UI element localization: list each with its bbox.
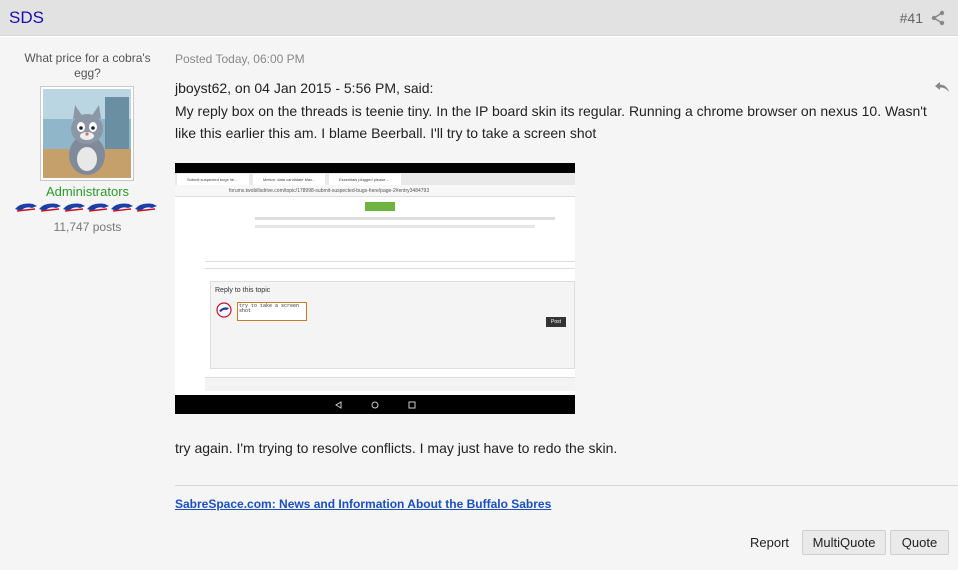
member-title: What price for a cobra's egg?	[24, 51, 151, 80]
screenshot-text-line	[255, 225, 535, 228]
quote-citation: jboyst62, on 04 Jan 2015 - 5:56 PM, said…	[175, 80, 434, 96]
screenshot-page: Reply to this topic try to take a screen…	[175, 197, 575, 395]
screenshot-url: forums.twobillsdrive.com/topic/178998-su…	[229, 188, 430, 194]
screenshot-post-button: Post	[546, 317, 566, 327]
buffalo-pip-icon	[15, 203, 37, 212]
quote-button[interactable]: Quote	[890, 530, 949, 555]
member-group: Administrators	[45, 184, 130, 199]
reply-icon[interactable]	[934, 81, 950, 93]
share-icon[interactable]	[930, 10, 946, 26]
author-panel: What price for a cobra's egg? Administra…	[0, 37, 175, 570]
screenshot-status-bar	[175, 163, 575, 173]
screenshot-pager	[205, 261, 575, 269]
screenshot-footer	[205, 377, 575, 391]
screenshot-tab-strip: Submit suspected bugs he... Melton: data…	[175, 173, 575, 185]
screenshot-text-line	[255, 217, 555, 220]
screenshot-tab: Melton: data candidate Max...	[253, 174, 325, 185]
avatar[interactable]	[40, 86, 134, 181]
buffalo-logo-icon	[216, 302, 232, 318]
buffalo-pip-icon	[39, 203, 61, 212]
post-count: 11,747 posts	[53, 220, 122, 234]
multiquote-button[interactable]: MultiQuote	[802, 530, 886, 555]
buffalo-pip-icon	[87, 203, 109, 212]
signature-divider	[175, 485, 958, 486]
buffalo-pip-icon	[63, 203, 85, 212]
buffalo-pip-icon	[111, 203, 133, 212]
screenshot-tab: Submit suspected bugs he...	[177, 174, 249, 185]
android-nav-icons	[335, 401, 416, 409]
signature-link[interactable]: SabreSpace.com: News and Information Abo…	[175, 497, 551, 511]
quoted-text: My reply box on the threads is teenie ti…	[175, 103, 927, 141]
screenshot-reply-title: Reply to this topic	[215, 287, 271, 294]
post-date[interactable]: Posted Today, 06:00 PM	[175, 52, 305, 66]
buffalo-pip-icon	[135, 203, 157, 212]
screenshot-url-bar: forums.twobillsdrive.com/topic/178998-su…	[175, 185, 575, 197]
attached-screenshot[interactable]: Submit suspected bugs he... Melton: data…	[175, 163, 575, 414]
rank-pips	[15, 203, 157, 212]
screenshot-reply-box: Reply to this topic try to take a screen…	[210, 281, 575, 369]
screenshot-android-nav	[175, 395, 575, 414]
post-content: Posted Today, 06:00 PM jboyst62, on 04 J…	[175, 37, 958, 570]
screenshot-green-button	[365, 202, 395, 211]
screenshot-tab: Essentials plugged please...	[329, 174, 401, 185]
post-followup-text: try again. I'm trying to resolve conflic…	[175, 440, 618, 456]
avatar-image	[43, 89, 131, 178]
screenshot-reply-textarea: try to take a screen shot	[237, 302, 307, 321]
post-number-link[interactable]: #41	[900, 10, 923, 26]
post-header: SDS #41	[0, 0, 958, 36]
report-link[interactable]: Report	[750, 535, 789, 550]
author-name-link[interactable]: SDS	[9, 8, 44, 28]
